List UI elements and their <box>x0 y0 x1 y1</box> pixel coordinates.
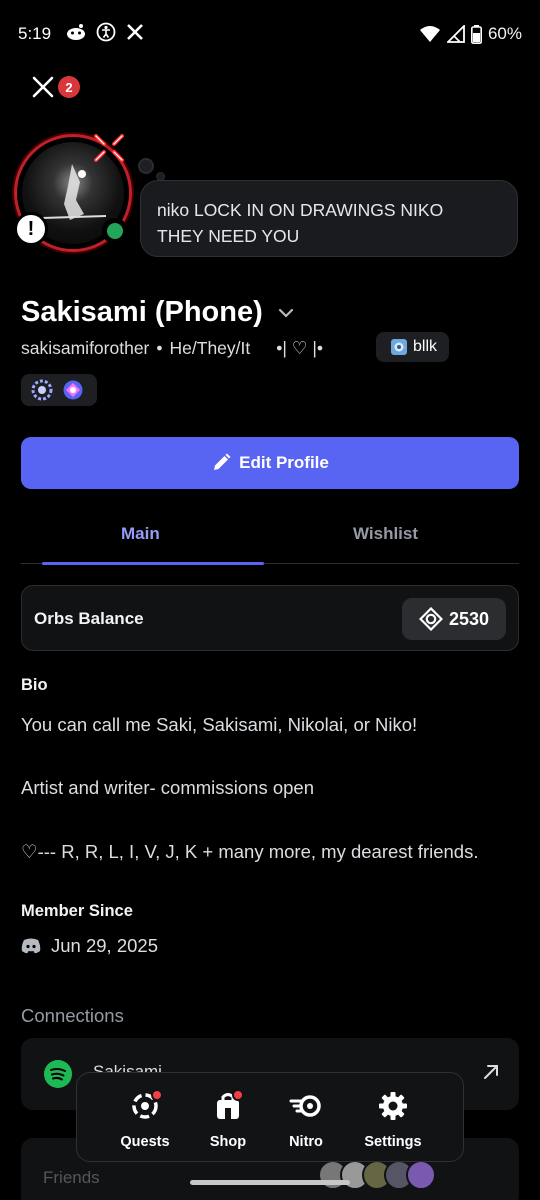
discord-icon <box>21 938 41 954</box>
tag-badge-icon <box>391 339 407 355</box>
close-button[interactable] <box>28 72 58 102</box>
bubble-tail <box>138 158 154 174</box>
username: sakisamiforother <box>21 338 150 358</box>
profile-badges[interactable] <box>21 374 97 406</box>
friends-label: Friends <box>43 1168 100 1187</box>
username-row: sakisamiforother • He/They/It •| ♡ |• <box>21 338 323 359</box>
battery-percent: 60% <box>487 24 522 43</box>
quests-notification-dot <box>151 1089 163 1101</box>
member-since-row: Jun 29, 2025 <box>21 935 158 957</box>
nav-quests[interactable]: Quests <box>105 1089 185 1150</box>
nav-nitro[interactable]: Nitro <box>266 1089 346 1150</box>
quest-badge-icon[interactable] <box>62 379 84 401</box>
orbs-label: Orbs Balance <box>34 609 144 628</box>
external-link-icon[interactable] <box>481 1062 501 1082</box>
chevron-down-icon[interactable] <box>277 307 295 319</box>
bio-heading: Bio <box>21 676 48 694</box>
nav-quests-label: Quests <box>120 1134 170 1150</box>
friend-avatars <box>318 1160 436 1190</box>
online-status-indicator <box>102 218 128 244</box>
exclamation-icon: ! <box>14 212 48 246</box>
display-name-row[interactable]: Sakisami (Phone) <box>21 296 295 329</box>
tab-main[interactable]: Main <box>121 524 160 544</box>
home-indicator[interactable] <box>190 1180 350 1185</box>
signal-icon <box>446 25 465 43</box>
bio-line-1: You can call me Saki, Sakisami, Nikolai,… <box>21 714 418 735</box>
anger-icon <box>94 134 124 162</box>
shop-notification-dot <box>232 1089 244 1101</box>
wifi-icon <box>419 26 440 42</box>
server-tag[interactable]: bllk <box>376 332 450 362</box>
server-tag-label: bllk <box>413 338 438 355</box>
orbs-balance-pill[interactable]: 2530 <box>402 598 506 640</box>
connections-heading: Connections <box>21 1005 124 1026</box>
status-line-1: niko LOCK IN ON DRAWINGS NIKO <box>157 200 444 220</box>
display-name: Sakisami (Phone) <box>21 296 263 328</box>
friend-avatar <box>406 1160 436 1190</box>
system-status: 60% <box>419 24 522 44</box>
nitro-icon <box>289 1095 321 1117</box>
edit-profile-label: Edit Profile <box>239 453 329 472</box>
gear-icon <box>379 1092 407 1120</box>
profile-tabs: Main Wishlist <box>21 512 519 565</box>
nav-shop-label: Shop <box>209 1134 247 1150</box>
laurel-badge-icon[interactable] <box>30 378 54 402</box>
x-icon <box>127 24 143 40</box>
status-line-2: THEY NEED YOU <box>157 226 300 246</box>
status-bar: 5:19 60% <box>0 0 540 66</box>
edit-profile-button[interactable]: Edit Profile <box>21 437 519 489</box>
nav-nitro-label: Nitro <box>289 1134 323 1150</box>
notification-badge: 2 <box>58 76 80 98</box>
separator: • <box>156 338 163 358</box>
spotify-icon <box>44 1060 72 1088</box>
bio-line-2: Artist and writer- commissions open <box>21 777 315 798</box>
pronouns: He/They/It <box>169 338 251 358</box>
bottom-navigation: Quests Shop Nitro Settings <box>76 1072 464 1162</box>
custom-status-bubble[interactable]: niko LOCK IN ON DRAWINGS NIKO THEY NEED … <box>140 180 518 257</box>
close-icon <box>32 76 54 98</box>
reddit-icon <box>67 24 85 40</box>
member-since-date: Jun 29, 2025 <box>51 935 158 956</box>
orbs-value: 2530 <box>448 608 490 629</box>
battery-icon <box>470 24 482 44</box>
member-since-heading: Member Since <box>21 902 133 920</box>
tab-wishlist[interactable]: Wishlist <box>353 524 418 544</box>
notification-icons <box>66 22 144 42</box>
pencil-icon <box>214 453 231 470</box>
orbs-balance-card[interactable]: Orbs Balance 2530 <box>21 585 519 651</box>
nav-settings-label: Settings <box>364 1134 422 1150</box>
nav-settings[interactable]: Settings <box>353 1089 433 1150</box>
status-time: 5:19 <box>18 24 52 43</box>
orb-icon <box>418 607 443 631</box>
nav-shop[interactable]: Shop <box>188 1089 268 1150</box>
bio-line-3: ♡--- R, R, L, I, V, J, K + many more, my… <box>21 841 479 862</box>
active-tab-indicator <box>42 562 264 565</box>
accessibility-icon <box>96 22 116 42</box>
custom-text: •| ♡ |• <box>276 338 324 358</box>
